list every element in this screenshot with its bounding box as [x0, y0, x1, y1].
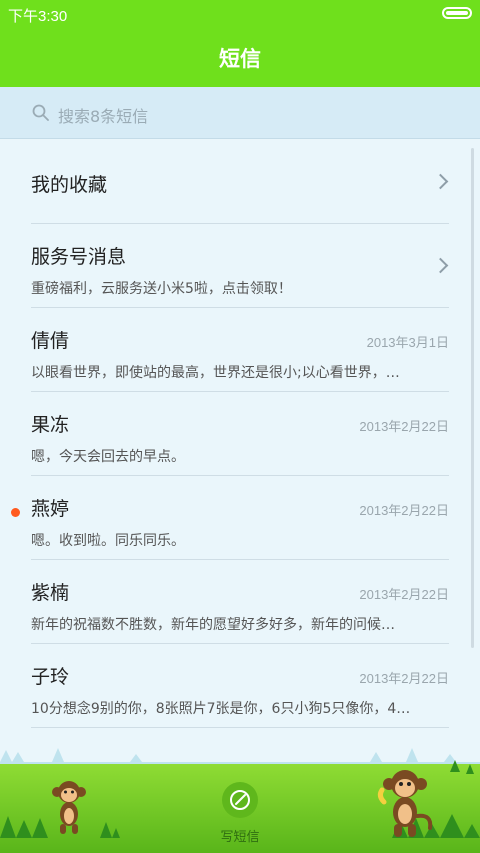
favorites-row[interactable]: 我的收藏: [31, 140, 449, 224]
bottom-bar: 写短信: [0, 748, 480, 853]
message-preview: 嗯。收到啦。同乐同乐。: [31, 533, 185, 549]
status-time: 下午3:30: [8, 8, 68, 25]
page-title: 短信: [219, 47, 261, 71]
message-preview: 新年的祝福数不胜数，新年的愿望好多好多，新年的问候…: [31, 617, 395, 633]
conversation-list: 我的收藏 服务号消息 重磅福利，云服务送小米5啦，点击领取！ 倩倩 2013年3…: [0, 140, 480, 728]
compose-button-label[interactable]: 写短信: [0, 826, 480, 845]
contact-name: 果冻: [31, 414, 70, 436]
contact-name: 子玲: [31, 666, 70, 688]
conversation-row[interactable]: 子玲 2013年2月22日 10分想念9别的你，8张照片7张是你，6只小狗5只像…: [0, 644, 480, 728]
search-icon: [32, 104, 49, 121]
contact-name: 燕婷: [31, 498, 70, 520]
contact-name: 紫楠: [31, 582, 70, 604]
status-bar: 下午3:30: [0, 0, 480, 28]
search-input[interactable]: 搜索8条短信: [58, 103, 148, 127]
message-date: 2013年2月22日: [359, 419, 449, 434]
search-bar[interactable]: 搜索8条短信: [0, 87, 480, 139]
service-messages-subtitle: 重磅福利，云服务送小米5啦，点击领取！: [31, 281, 292, 297]
conversation-row[interactable]: 紫楠 2013年2月22日 新年的祝福数不胜数，新年的愿望好多好多，新年的问候…: [0, 560, 480, 644]
unread-dot-icon: [11, 508, 20, 517]
message-date: 2013年2月22日: [359, 671, 449, 686]
contact-name: 倩倩: [31, 330, 70, 352]
compose-icon[interactable]: [222, 782, 258, 818]
chevron-right-icon: [432, 173, 449, 190]
message-date: 2013年2月22日: [359, 503, 449, 518]
message-preview: 以眼看世界，即使站的最高，世界还是很小;以心看世界，…: [31, 365, 400, 381]
battery-icon: [442, 7, 472, 19]
conversation-row[interactable]: 倩倩 2013年3月1日 以眼看世界，即使站的最高，世界还是很小;以心看世界，…: [0, 308, 480, 392]
chevron-right-icon: [432, 257, 449, 274]
service-messages-row[interactable]: 服务号消息 重磅福利，云服务送小米5啦，点击领取！: [0, 224, 480, 308]
message-date: 2013年3月1日: [366, 335, 449, 350]
message-preview: 10分想念9别的你，8张照片7张是你，6只小狗5只像你，4…: [31, 701, 411, 717]
conversation-row[interactable]: 果冻 2013年2月22日 嗯，今天会回去的早点。: [0, 392, 480, 476]
title-bar: 短信: [0, 28, 480, 87]
message-preview: 嗯，今天会回去的早点。: [31, 449, 185, 465]
scrollbar[interactable]: [471, 148, 474, 648]
message-date: 2013年2月22日: [359, 587, 449, 602]
service-messages-title: 服务号消息: [31, 246, 127, 268]
favorites-label: 我的收藏: [31, 174, 108, 196]
conversation-row[interactable]: 燕婷 2013年2月22日 嗯。收到啦。同乐同乐。: [0, 476, 480, 560]
